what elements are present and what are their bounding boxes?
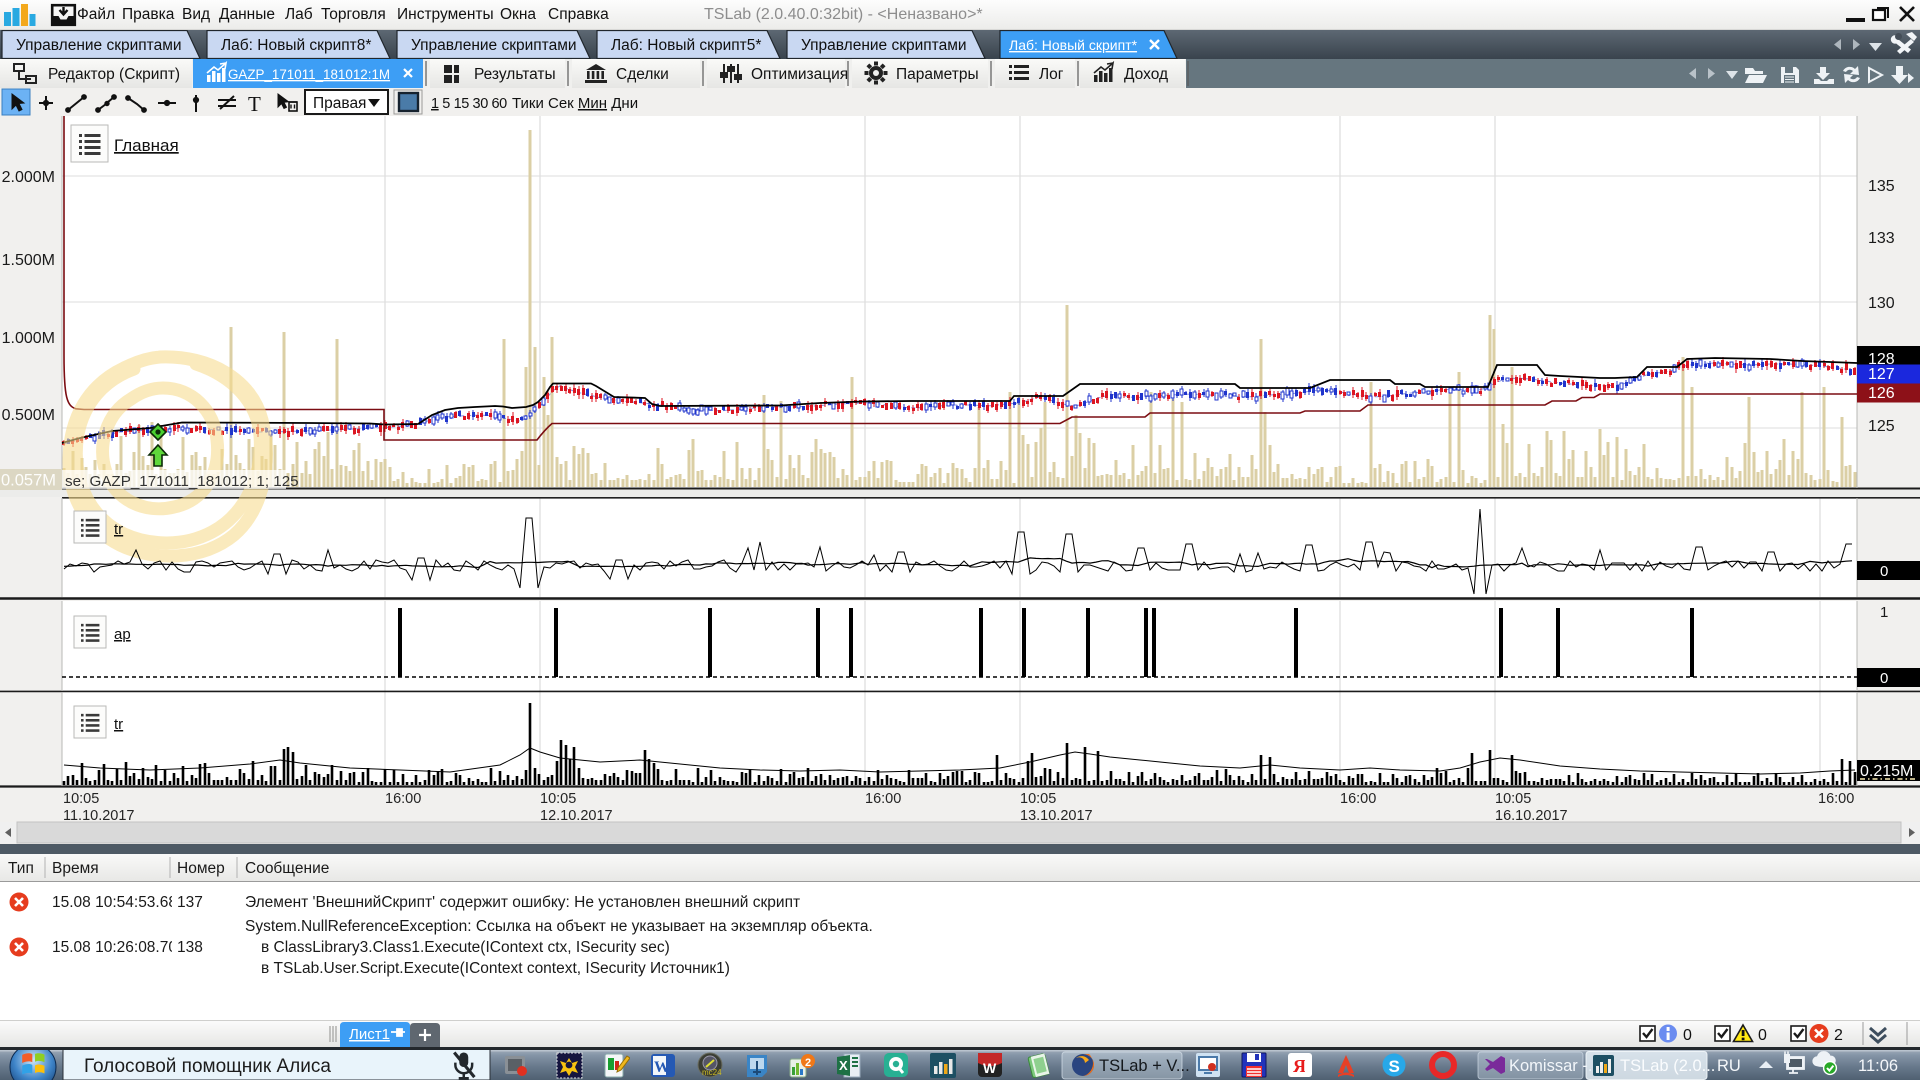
svg-text:0: 0 <box>1880 670 1888 687</box>
svg-text:16:00: 16:00 <box>1818 791 1854 807</box>
svg-text:0.057M: 0.057M <box>1 472 56 490</box>
svg-text:10:05: 10:05 <box>540 791 576 807</box>
svg-text:RU: RU <box>1717 1057 1741 1075</box>
svg-text:tr: tr <box>114 716 123 733</box>
svg-text:133: 133 <box>1868 230 1895 247</box>
svg-text:Оптимизация: Оптимизация <box>751 66 848 83</box>
svg-text:TSLab (2.0...: TSLab (2.0... <box>1620 1057 1715 1075</box>
svg-text:1 5 15 30 60: 1 5 15 30 60 <box>431 96 507 112</box>
svg-text:TSLab + V...: TSLab + V... <box>1099 1057 1190 1075</box>
svg-text:2.000M: 2.000M <box>2 169 55 186</box>
svg-text:135: 135 <box>1868 178 1895 195</box>
svg-text:Лаб: Новый скрипт5*: Лаб: Новый скрипт5* <box>611 37 761 54</box>
svg-text:Управление скриптами: Управление скриптами <box>411 37 577 54</box>
svg-text:10:05: 10:05 <box>63 791 99 807</box>
svg-text:Редактор (Скрипт): Редактор (Скрипт) <box>48 66 180 83</box>
svg-text:0: 0 <box>1880 563 1888 580</box>
svg-text:Элемент 'ВнешнийСкрипт' содерж: Элемент 'ВнешнийСкрипт' содержит ошибку:… <box>245 894 800 911</box>
svg-text:Тип: Тип <box>8 860 34 877</box>
svg-text:Лаб: Новый скрипт*: Лаб: Новый скрипт* <box>1009 37 1138 53</box>
svg-text:Параметры: Параметры <box>896 66 979 83</box>
svg-text:в ClassLibrary3.Class1.Execute: в ClassLibrary3.Class1.Execute(IContext … <box>261 939 670 956</box>
svg-text:Лист1: Лист1 <box>349 1026 390 1043</box>
svg-text:15.08 10:54:53.687: 15.08 10:54:53.687 <box>52 894 186 911</box>
svg-text:S: S <box>1389 1057 1400 1076</box>
svg-text:System.NullReferenceException:: System.NullReferenceException: Ссылка на… <box>245 918 873 935</box>
svg-text:2: 2 <box>805 1057 811 1069</box>
svg-text:16:00: 16:00 <box>1340 791 1376 807</box>
svg-text:127: 127 <box>1868 366 1895 383</box>
svg-text:130: 130 <box>1868 295 1895 312</box>
svg-text:10:05: 10:05 <box>1020 791 1056 807</box>
svg-text:0.215M: 0.215M <box>1860 763 1913 780</box>
svg-text:Управление скриптами: Управление скриптами <box>16 37 182 54</box>
svg-text:2: 2 <box>1834 1027 1843 1044</box>
svg-text:0: 0 <box>1758 1027 1767 1044</box>
svg-text:Главная: Главная <box>114 136 179 155</box>
svg-text:10:05: 10:05 <box>1495 791 1531 807</box>
svg-text:Голосовой помощник Алиса: Голосовой помощник Алиса <box>84 1056 331 1077</box>
svg-text:126: 126 <box>1868 385 1895 402</box>
svg-text:Результаты: Результаты <box>474 66 556 83</box>
svg-text:GAZP_171011_181012:1M: GAZP_171011_181012:1M <box>228 67 390 82</box>
svg-text:Сделки: Сделки <box>616 66 669 83</box>
svg-text:Лаб: Новый скрипт8*: Лаб: Новый скрипт8* <box>221 37 371 54</box>
svg-text:Тики Сек Мин Дни: Тики Сек Мин Дни <box>512 95 638 112</box>
svg-text:Управление скриптами: Управление скриптами <box>801 37 967 54</box>
svg-text:Время: Время <box>52 860 99 877</box>
svg-text:11:06: 11:06 <box>1858 1057 1898 1075</box>
svg-text:в TSLab.User.Script.Execute(IC: в TSLab.User.Script.Execute(IContext con… <box>261 960 730 977</box>
svg-text:1.500M: 1.500M <box>2 252 55 269</box>
svg-text:138: 138 <box>177 939 203 956</box>
svg-text:Я: Я <box>1293 1056 1306 1076</box>
svg-text:tr: tr <box>114 521 123 538</box>
svg-text:16:00: 16:00 <box>865 791 901 807</box>
svg-text:ap: ap <box>114 626 131 643</box>
svg-text:X: X <box>839 1058 848 1073</box>
svg-text:se; GAZP_171011_181012; 1; 125: se; GAZP_171011_181012; 1; 125 <box>65 473 299 490</box>
svg-text:0: 0 <box>1683 1027 1692 1044</box>
svg-text:0.500M: 0.500M <box>2 407 55 424</box>
svg-text:W: W <box>654 1059 670 1076</box>
svg-text:15.08 10:26:08.703: 15.08 10:26:08.703 <box>52 939 186 956</box>
svg-text:W: W <box>983 1060 997 1076</box>
svg-text:1: 1 <box>1880 604 1888 621</box>
svg-text:Номер: Номер <box>177 860 225 877</box>
svg-text:16:00: 16:00 <box>385 791 421 807</box>
svg-text:Правая: Правая <box>313 95 366 112</box>
svg-text:mc24: mc24 <box>702 1068 722 1077</box>
svg-text:Сообщение: Сообщение <box>245 860 329 877</box>
svg-text:125: 125 <box>1868 418 1895 435</box>
svg-text:T: T <box>248 92 261 116</box>
svg-text:137: 137 <box>177 894 203 911</box>
svg-text:1.000M: 1.000M <box>2 330 55 347</box>
svg-text:Доход: Доход <box>1124 66 1168 83</box>
svg-text:Лог: Лог <box>1039 66 1064 83</box>
